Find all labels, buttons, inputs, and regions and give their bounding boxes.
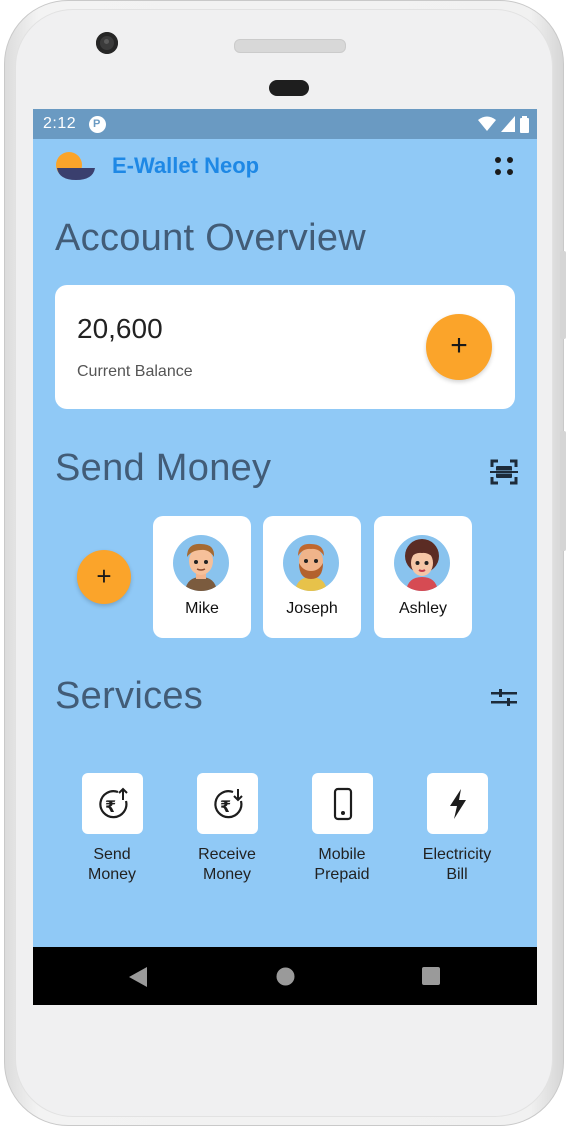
- badge-letter: P: [93, 118, 101, 130]
- service-label: Send Money: [87, 846, 137, 883]
- service-tile: [311, 773, 373, 834]
- mobile-icon: [333, 787, 352, 821]
- status-bar: 2:12 P: [33, 109, 537, 139]
- half-circle-logo-icon: [56, 152, 95, 180]
- tune-icon[interactable]: [491, 687, 517, 709]
- contact-card[interactable]: Ashley: [374, 516, 472, 638]
- volume-button: [560, 251, 566, 339]
- rupee-send-icon: ₹: [98, 787, 128, 819]
- balance-label: Current Balance: [77, 363, 193, 380]
- electricity-bill-service[interactable]: Electricity Bill: [407, 773, 507, 885]
- service-tile: [426, 773, 488, 834]
- avatar: [394, 535, 450, 591]
- contact-card[interactable]: Joseph: [263, 516, 361, 638]
- four-dots-menu-icon[interactable]: [492, 154, 518, 180]
- service-tile: ₹: [81, 773, 143, 834]
- app-title: E-Wallet Neop: [112, 153, 260, 178]
- notification-badge-icon: P: [89, 116, 106, 133]
- mobile-prepaid-service[interactable]: Mobile Prepaid: [292, 773, 392, 885]
- wifi-icon: [478, 116, 496, 131]
- balance-card: 20,600 Current Balance +: [55, 285, 515, 409]
- send-money-heading: Send Money: [55, 447, 272, 489]
- back-icon[interactable]: [129, 967, 147, 987]
- receive-money-service[interactable]: ₹ Receive Money: [177, 773, 277, 885]
- send-money-service[interactable]: ₹ Send Money: [62, 773, 162, 885]
- contact-name: Ashley: [398, 600, 448, 617]
- services-heading: Services: [55, 675, 204, 717]
- svg-text:₹: ₹: [220, 797, 231, 816]
- contact-card[interactable]: Mike: [153, 516, 251, 638]
- service-label: Mobile Prepaid: [314, 846, 370, 883]
- signal-icon: [501, 116, 515, 132]
- service-label: Receive Money: [198, 846, 256, 883]
- avatar: [283, 535, 339, 591]
- contact-name: Joseph: [286, 600, 338, 617]
- front-camera: [96, 32, 118, 54]
- scan-icon[interactable]: [490, 459, 518, 485]
- balance-value: 20,600: [77, 313, 163, 344]
- earpiece-speaker: [234, 39, 346, 53]
- recents-icon[interactable]: [422, 967, 440, 985]
- battery-icon: [520, 115, 529, 133]
- service-label: Electricity Bill: [422, 846, 492, 883]
- proximity-sensor: [269, 80, 309, 96]
- status-time: 2:12: [43, 115, 77, 132]
- bolt-icon: [449, 789, 466, 819]
- phone-frame: 2:12 P E-Wallet Neop Account Overview 20…: [4, 0, 566, 1126]
- app-screen: 2:12 P E-Wallet Neop Account Overview 20…: [33, 109, 537, 1005]
- add-contact-button[interactable]: +: [77, 550, 131, 604]
- add-balance-button[interactable]: +: [426, 314, 492, 380]
- account-overview-heading: Account Overview: [55, 217, 367, 259]
- avatar: [173, 535, 229, 591]
- rupee-receive-icon: ₹: [213, 789, 243, 819]
- contact-name: Mike: [185, 600, 219, 617]
- power-button: [560, 431, 566, 551]
- svg-text:₹: ₹: [105, 797, 116, 816]
- status-icons: [478, 115, 529, 133]
- home-icon[interactable]: [276, 967, 295, 986]
- system-navigation-bar: [33, 947, 537, 1005]
- service-tile: ₹: [196, 773, 258, 834]
